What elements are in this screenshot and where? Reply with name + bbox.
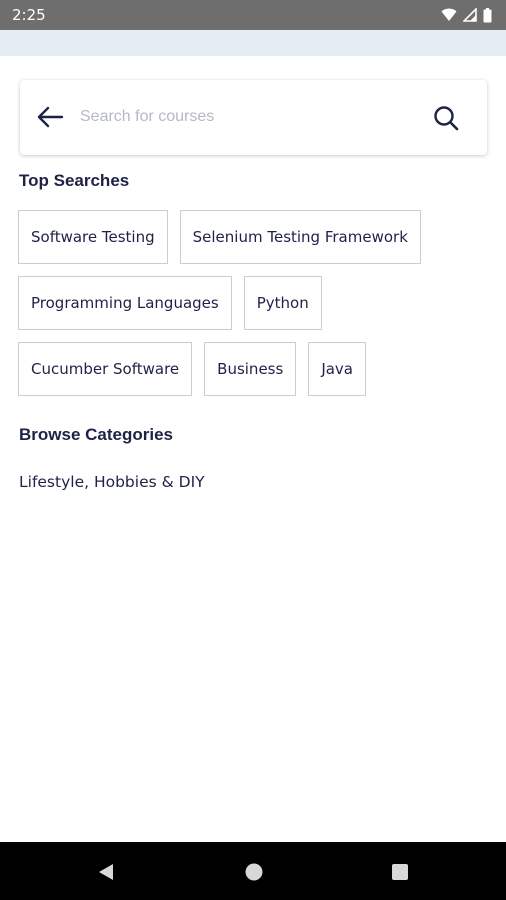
tag-python[interactable]: Python [243,276,322,330]
arrow-left-icon [37,106,64,128]
cell-signal-icon [463,8,477,22]
top-searches-heading: Top Searches [19,171,130,190]
search-icon [434,106,459,131]
nav-home-button[interactable] [243,861,265,883]
tag-selenium-testing-framework[interactable]: Selenium Testing Framework [179,210,421,264]
tag-business[interactable]: Business [204,342,297,396]
home-circle-icon [245,863,263,881]
category-item[interactable]: Lifestyle, Hobbies & DIY [19,473,205,491]
browse-categories-heading: Browse Categories [19,425,173,444]
status-icons [441,7,492,23]
nav-recents-button[interactable] [389,861,411,883]
search-input[interactable] [80,102,410,132]
back-button[interactable] [34,103,66,131]
battery-icon [483,7,492,22]
navigation-bar [0,842,506,900]
status-bar: 2:25 [0,0,506,30]
tag-software-testing[interactable]: Software Testing [18,210,168,264]
back-triangle-icon [99,864,113,880]
tag-programming-languages[interactable]: Programming Languages [18,276,232,330]
top-strip [0,30,506,56]
top-searches-tags: Software Testing Selenium Testing Framew… [18,210,488,396]
status-time: 2:25 [12,6,46,24]
search-button[interactable] [430,102,462,134]
tag-cucumber-software[interactable]: Cucumber Software [18,342,193,396]
recents-square-icon [392,864,408,880]
search-bar [20,80,487,155]
tag-java[interactable]: Java [308,342,366,396]
nav-back-button[interactable] [95,861,117,883]
wifi-icon [441,8,457,21]
